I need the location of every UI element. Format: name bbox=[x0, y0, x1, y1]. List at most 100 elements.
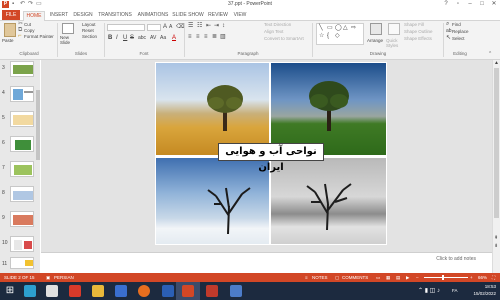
comments-icon[interactable]: ▢ bbox=[335, 273, 339, 282]
line-spacing-icon[interactable]: ↕ bbox=[222, 23, 225, 30]
language-indicator[interactable]: PERSIAN bbox=[54, 273, 74, 282]
ribbon-options-icon[interactable]: ▫ bbox=[452, 0, 464, 9]
bullets-icon[interactable]: ☰ bbox=[188, 23, 193, 30]
tab-view[interactable]: VIEW bbox=[231, 11, 249, 21]
shape-fill-button[interactable]: Shape Fill bbox=[404, 22, 424, 28]
close-button[interactable]: ✕ bbox=[488, 0, 500, 9]
slide-thumbnail[interactable] bbox=[10, 257, 34, 269]
zoom-slider[interactable] bbox=[424, 277, 468, 278]
file-explorer-icon[interactable] bbox=[92, 285, 104, 297]
font-color-button[interactable]: A bbox=[172, 35, 176, 42]
slide-sorter-icon[interactable]: ▦ bbox=[386, 273, 390, 282]
powerpoint-icon[interactable] bbox=[182, 285, 194, 297]
paste-icon[interactable] bbox=[4, 23, 16, 37]
slide-thumbnail[interactable] bbox=[10, 136, 34, 152]
pdf-reader-icon[interactable] bbox=[69, 285, 81, 297]
photo-autumn-tree[interactable] bbox=[156, 63, 269, 155]
slide-thumbnail[interactable] bbox=[10, 161, 34, 177]
underline-button[interactable]: U bbox=[123, 35, 127, 42]
align-left-icon[interactable]: ≡ bbox=[188, 34, 192, 41]
photo-winter-tree[interactable] bbox=[156, 158, 269, 244]
clock-date[interactable]: 15/02/2022 bbox=[462, 291, 496, 297]
quick-styles-icon[interactable] bbox=[388, 23, 400, 35]
tab-design[interactable]: DESIGN bbox=[72, 11, 94, 21]
maximize-button[interactable]: □ bbox=[476, 0, 488, 9]
oval-shape-icon[interactable]: ◯ bbox=[335, 25, 342, 32]
slide-thumbnail[interactable] bbox=[10, 186, 34, 202]
strikethrough-button[interactable]: S bbox=[130, 35, 134, 42]
tab-home[interactable]: HOME bbox=[23, 11, 45, 21]
zoom-slider-handle[interactable] bbox=[442, 275, 444, 280]
previous-slide-icon[interactable]: ⇞ bbox=[494, 235, 498, 242]
input-language[interactable]: FA bbox=[452, 288, 458, 294]
shape-outline-button[interactable]: Shape Outline bbox=[404, 29, 433, 35]
arrow-shape-icon[interactable]: ⇨ bbox=[351, 25, 356, 32]
arrange-button[interactable]: Arrange bbox=[367, 38, 383, 44]
section-button[interactable]: Section bbox=[82, 34, 97, 40]
notes-icon[interactable]: ≡ bbox=[305, 273, 308, 282]
brace-shape-icon[interactable]: { bbox=[327, 33, 329, 40]
next-slide-icon[interactable]: ⇟ bbox=[494, 243, 498, 250]
slide-thumbnail[interactable] bbox=[10, 211, 34, 227]
app-icon[interactable] bbox=[230, 285, 242, 297]
align-right-icon[interactable]: ≡ bbox=[204, 34, 208, 41]
font-name-dropdown[interactable] bbox=[107, 24, 145, 31]
find-icon[interactable]: ⌕ bbox=[446, 21, 449, 28]
find-button[interactable]: Find bbox=[452, 22, 461, 28]
minimize-button[interactable]: – bbox=[464, 0, 476, 9]
columns-icon[interactable]: ▥ bbox=[220, 34, 226, 41]
italic-button[interactable]: I bbox=[116, 35, 118, 42]
convert-smartart-button[interactable]: Convert to SmartArt bbox=[264, 36, 304, 42]
quick-styles-button[interactable]: Quick Styles bbox=[386, 38, 400, 48]
system-tray-icons[interactable]: ⌃ ▮ ◫ ♪ bbox=[418, 288, 440, 294]
spellcheck-icon[interactable]: ▣ bbox=[46, 273, 50, 282]
slide-thumbnail[interactable] bbox=[10, 86, 34, 102]
select-icon[interactable]: ↖ bbox=[446, 35, 451, 42]
photo-autumn-bare-tree[interactable] bbox=[271, 158, 386, 244]
align-text-button[interactable]: Align Text bbox=[264, 29, 283, 35]
shape-effects-button[interactable]: Shape Effects bbox=[404, 36, 432, 42]
normal-view-icon[interactable]: ▭ bbox=[376, 273, 380, 282]
format-painter-button[interactable]: Format Painter bbox=[24, 34, 54, 40]
tab-file[interactable]: FILE bbox=[2, 10, 20, 20]
triangle-shape-icon[interactable]: △ bbox=[343, 25, 348, 32]
notes-button[interactable]: NOTES bbox=[312, 273, 328, 282]
replace-icon[interactable]: ab bbox=[446, 28, 452, 35]
notes-pane[interactable]: Click to add notes bbox=[41, 252, 492, 273]
comments-button[interactable]: COMMENTS bbox=[342, 273, 368, 282]
scroll-up-icon[interactable]: ▲ bbox=[494, 60, 499, 67]
rectangle-shape-icon[interactable]: ▭ bbox=[327, 25, 333, 32]
select-button[interactable]: Select bbox=[452, 36, 465, 42]
tab-animations[interactable]: ANIMATIONS bbox=[136, 11, 170, 21]
zoom-in-icon[interactable]: + bbox=[470, 273, 473, 282]
reading-view-icon[interactable]: ▤ bbox=[396, 273, 400, 282]
replace-button[interactable]: Replace bbox=[452, 29, 469, 35]
help-icon[interactable]: ? bbox=[440, 0, 452, 9]
tab-review[interactable]: REVIEW bbox=[207, 11, 229, 21]
new-slide-button[interactable]: New Slide bbox=[60, 35, 78, 45]
slide-thumbnail[interactable] bbox=[10, 61, 34, 77]
tab-transitions[interactable]: TRANSITIONS bbox=[97, 11, 133, 21]
star-shape-icon[interactable]: ☆ bbox=[319, 33, 324, 40]
bold-button[interactable]: B bbox=[108, 35, 112, 42]
numbering-icon[interactable]: ☷ bbox=[197, 23, 202, 30]
callout-shape-icon[interactable]: ◇ bbox=[335, 33, 340, 40]
thumbnail-scrollbar[interactable] bbox=[36, 60, 40, 273]
current-slide[interactable]: نواحی آب و هوایی ایران bbox=[155, 62, 387, 245]
slide-thumbnail[interactable] bbox=[10, 236, 34, 252]
change-case-button[interactable]: Aa bbox=[160, 35, 166, 42]
slide-scrollbar[interactable]: ▲ ⇞ ⇟ bbox=[492, 60, 500, 273]
shapes-gallery[interactable]: ╲ ▭ ◯ △ ⇨ ☆ { ◇ bbox=[316, 23, 364, 45]
clock-time[interactable]: 18:53 bbox=[462, 284, 496, 290]
justify-icon[interactable]: ≣ bbox=[212, 34, 217, 41]
file-manager-icon[interactable] bbox=[115, 285, 127, 297]
tab-slide-show[interactable]: SLIDE SHOW bbox=[172, 11, 204, 21]
zoom-out-icon[interactable]: – bbox=[416, 273, 419, 282]
slide-thumbnail[interactable] bbox=[10, 111, 34, 127]
slide-title[interactable]: نواحی آب و هوایی ایران bbox=[218, 143, 324, 173]
firefox-icon[interactable] bbox=[138, 285, 150, 297]
start-icon[interactable]: ⊞ bbox=[4, 285, 16, 297]
text-direction-button[interactable]: Text Direction bbox=[264, 22, 291, 28]
new-slide-icon[interactable] bbox=[62, 23, 74, 34]
increase-indent-icon[interactable]: ⇥ bbox=[214, 23, 219, 30]
